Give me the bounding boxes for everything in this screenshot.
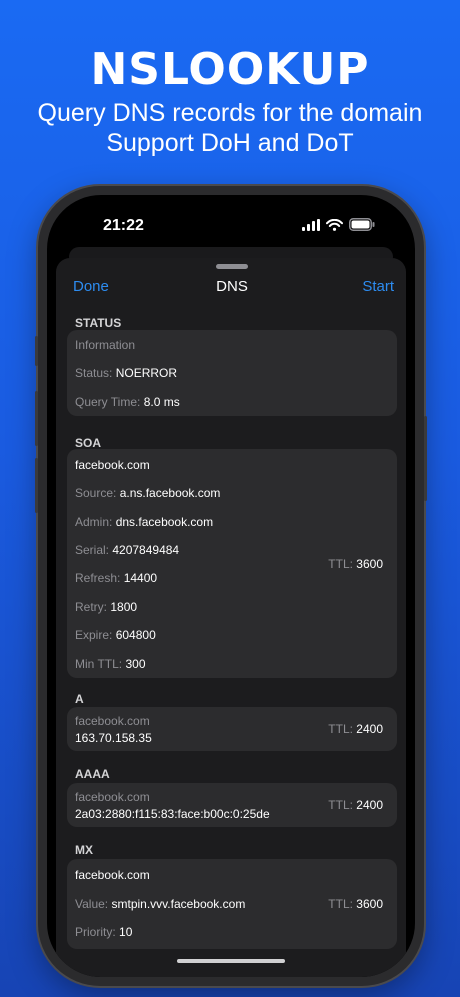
- a-record-card[interactable]: facebook.com 163.70.158.35 TTL: 2400: [67, 707, 397, 751]
- section-header-mx: MX: [75, 843, 93, 857]
- aaaa-ttl-label: TTL:: [328, 798, 353, 812]
- a-ttl-value: 2400: [356, 722, 383, 736]
- aaaa-record-domain: facebook.com: [75, 790, 150, 804]
- aaaa-record-value: 2a03:2880:f115:83:face:b00c:0:25de: [75, 807, 270, 821]
- soa-admin-label: Admin:: [75, 515, 113, 529]
- soa-source-row: Source: a.ns.facebook.com: [75, 486, 220, 500]
- aaaa-ttl-value: 2400: [356, 798, 383, 812]
- soa-refresh-label: Refresh:: [75, 571, 121, 585]
- soa-retry-value: 1800: [110, 600, 138, 614]
- dynamic-island: [172, 215, 290, 249]
- soa-card[interactable]: facebook.com Source: a.ns.facebook.com A…: [67, 449, 397, 678]
- mx-ttl-label: TTL:: [328, 897, 353, 911]
- soa-refresh-value: 14400: [123, 571, 158, 585]
- soa-serial-value: 4207849484: [112, 543, 180, 557]
- mx-priority-row: Priority: 10: [75, 925, 132, 939]
- phone-frame: 21:22 Done DNS Start STATUS Information …: [35, 186, 427, 986]
- phone-side-button: [35, 336, 38, 366]
- status-label: Status:: [75, 366, 113, 380]
- nav-title: DNS: [216, 278, 248, 295]
- soa-expire-value: 604800: [115, 628, 156, 642]
- query-time-row: Query Time: 8.0 ms: [75, 395, 180, 409]
- phone-volume-down-button: [35, 458, 38, 513]
- mx-value-value: smtpin.vvv.facebook.com: [111, 897, 246, 911]
- status-information: Information: [75, 338, 136, 352]
- status-row: Status: NOERROR: [75, 366, 177, 380]
- soa-serial-row: Serial: 4207849484: [75, 543, 179, 557]
- aaaa-record-card[interactable]: facebook.com 2a03:2880:f115:83:face:b00c…: [67, 783, 397, 827]
- mx-priority-value: 10: [119, 925, 133, 939]
- soa-serial-label: Serial:: [75, 543, 110, 557]
- soa-minttl-label: Min TTL:: [75, 657, 123, 671]
- mx-value-label: Value:: [75, 897, 109, 911]
- promo-subtitle: Query DNS records for the domain Support…: [0, 98, 460, 158]
- soa-retry-row: Retry: 1800: [75, 600, 137, 614]
- section-header-a: A: [75, 692, 84, 706]
- mx-ttl-value: 3600: [356, 897, 383, 911]
- promo-subtitle-line1: Query DNS records for the domain: [37, 99, 423, 127]
- promo-subtitle-line2: Support DoH and DoT: [106, 129, 354, 157]
- dns-sheet: Done DNS Start STATUS Information Status…: [56, 258, 406, 977]
- soa-admin-value: dns.facebook.com: [115, 515, 214, 529]
- status-time: 21:22: [103, 217, 144, 234]
- aaaa-record-ttl: TTL: 2400: [328, 798, 383, 812]
- soa-ttl-value: 3600: [356, 557, 383, 571]
- a-record-ttl: TTL: 2400: [328, 722, 383, 736]
- section-header-aaaa: AAAA: [75, 767, 110, 781]
- soa-retry-label: Retry:: [75, 600, 108, 614]
- battery-icon: [349, 218, 375, 231]
- soa-domain: facebook.com: [75, 458, 150, 472]
- home-indicator[interactable]: [177, 959, 285, 963]
- query-time-value: 8.0 ms: [143, 395, 180, 409]
- mx-record-domain: facebook.com: [75, 868, 150, 882]
- signal-icon: [302, 218, 320, 231]
- soa-minttl-row: Min TTL: 300: [75, 657, 146, 671]
- soa-ttl-label: TTL:: [328, 557, 353, 571]
- wifi-icon: [326, 218, 343, 231]
- soa-expire-label: Expire:: [75, 628, 113, 642]
- start-button[interactable]: Start: [362, 278, 394, 295]
- sheet-grabber[interactable]: [216, 264, 248, 269]
- a-record-value: 163.70.158.35: [75, 731, 152, 745]
- soa-source-value: a.ns.facebook.com: [119, 486, 221, 500]
- section-header-soa: SOA: [75, 436, 102, 450]
- phone-screen: 21:22 Done DNS Start STATUS Information …: [47, 195, 415, 977]
- section-header-status: STATUS: [75, 316, 122, 330]
- status-value: NOERROR: [115, 366, 178, 380]
- soa-refresh-row: Refresh: 14400: [75, 571, 157, 585]
- mx-value-row: Value: smtpin.vvv.facebook.com: [75, 897, 245, 911]
- soa-minttl-value: 300: [125, 657, 146, 671]
- a-record-domain: facebook.com: [75, 714, 150, 728]
- soa-ttl: TTL: 3600: [328, 557, 383, 571]
- soa-source-label: Source:: [75, 486, 117, 500]
- mx-record-card[interactable]: facebook.com Value: smtpin.vvv.facebook.…: [67, 859, 397, 949]
- status-icons: [302, 218, 375, 231]
- phone-power-button: [424, 416, 427, 501]
- a-ttl-label: TTL:: [328, 722, 353, 736]
- promo-title: NSLOOKUP: [90, 44, 370, 95]
- mx-priority-label: Priority:: [75, 925, 116, 939]
- soa-admin-row: Admin: dns.facebook.com: [75, 515, 213, 529]
- status-card: Information Status: NOERROR Query Time: …: [67, 330, 397, 416]
- mx-record-ttl: TTL: 3600: [328, 897, 383, 911]
- phone-volume-up-button: [35, 391, 38, 446]
- soa-expire-row: Expire: 604800: [75, 628, 156, 642]
- query-time-label: Query Time:: [75, 395, 141, 409]
